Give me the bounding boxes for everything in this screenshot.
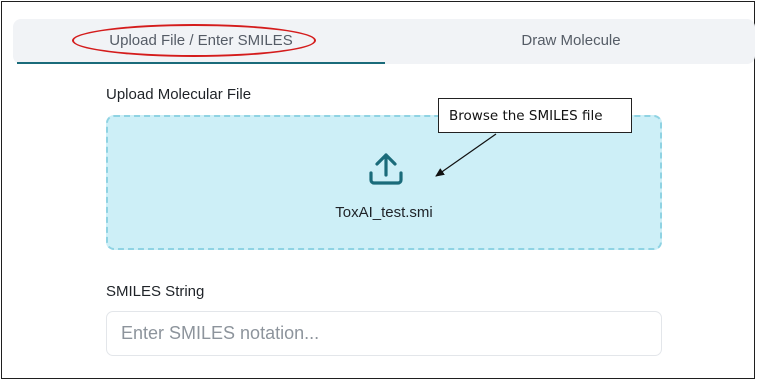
tab-bar: Upload File / Enter SMILES Draw Molecule (13, 19, 755, 64)
tab-draw-molecule-label: Draw Molecule (521, 32, 621, 49)
upload-section-label: Upload Molecular File (106, 86, 252, 103)
smiles-input[interactable] (106, 311, 662, 356)
callout-text: Browse the SMILES file (449, 107, 603, 124)
uploaded-file-name: ToxAI_test.smi (335, 204, 433, 221)
file-dropzone[interactable]: ToxAI_test.smi (106, 115, 662, 250)
tab-upload-file-label: Upload File / Enter SMILES (109, 32, 293, 49)
upload-icon (369, 153, 403, 185)
smiles-section-label: SMILES String (106, 283, 205, 300)
tab-upload-file[interactable]: Upload File / Enter SMILES (17, 19, 385, 64)
annotation-callout: Browse the SMILES file (438, 98, 632, 133)
tab-draw-molecule[interactable]: Draw Molecule (393, 19, 749, 62)
